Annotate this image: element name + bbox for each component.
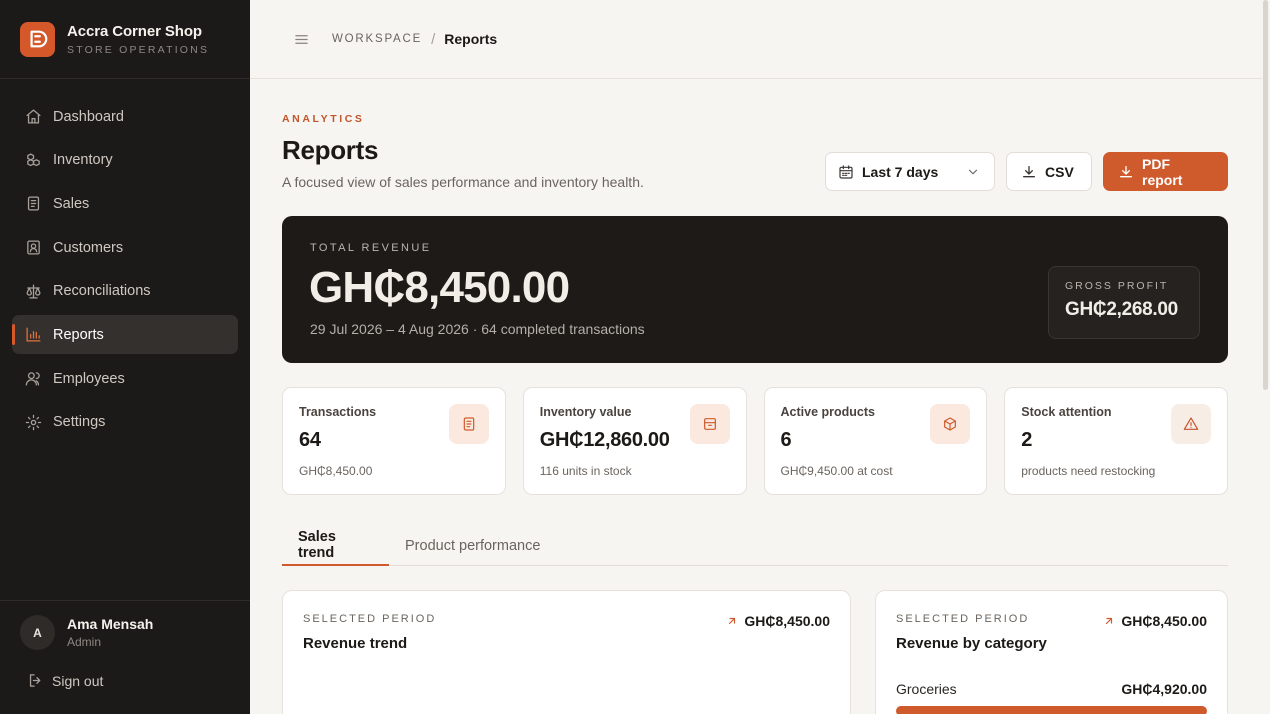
sidebar-item-sales[interactable]: Sales <box>12 184 238 223</box>
warning-icon <box>1171 404 1211 444</box>
package-icon <box>930 404 971 444</box>
sidebar-item-label: Inventory <box>53 152 113 169</box>
sidebar-item-inventory[interactable]: Inventory <box>12 141 238 180</box>
contact-icon <box>24 239 42 257</box>
gross-profit-value: GH₵2,268.00 <box>1065 299 1178 320</box>
sidebar-item-label: Settings <box>53 414 106 431</box>
sidebar-item-label: Sales <box>53 195 90 212</box>
category-value: GH₵4,920.00 <box>1121 681 1207 697</box>
sidebar-footer: A Ama Mensah Admin Sign out <box>0 600 250 714</box>
sidebar-item-settings[interactable]: Settings <box>12 403 238 442</box>
stat-foot: 116 units in stock <box>539 464 632 478</box>
sidebar-item-dashboard[interactable]: Dashboard <box>12 97 238 136</box>
stat-card-transactions: Transactions 64 GH₵8,450.00 <box>282 387 506 495</box>
category-name: Groceries <box>896 681 957 697</box>
user-role: Admin <box>67 635 102 649</box>
export-csv-button[interactable]: CSV <box>1006 152 1092 191</box>
home-icon <box>24 108 42 126</box>
panel-total: GH₵8,450.00 <box>726 613 830 629</box>
stat-foot: products need restocking <box>1021 464 1156 478</box>
chevron-down-icon <box>966 165 980 179</box>
report-tabs: Sales trend Product performance <box>282 525 1228 566</box>
page-title: Reports <box>282 135 379 165</box>
date-range-label: Last 7 days <box>862 163 939 180</box>
brand[interactable]: Accra Corner Shop STORE OPERATIONS <box>0 0 250 79</box>
gear-icon <box>24 413 42 431</box>
sidebar-item-employees[interactable]: Employees <box>12 359 238 398</box>
boxes-icon <box>24 151 42 169</box>
download-icon <box>1118 164 1134 180</box>
topbar: WORKSPACE / Reports <box>250 0 1262 79</box>
sidebar-item-label: Dashboard <box>53 108 124 125</box>
bar-chart-icon <box>24 326 42 344</box>
total-revenue-value: GH₵8,450.00 <box>309 263 570 312</box>
breadcrumb-separator: / <box>431 30 436 48</box>
sidebar: Accra Corner Shop STORE OPERATIONS Dashb… <box>0 0 250 714</box>
sidebar-item-customers[interactable]: Customers <box>12 228 238 267</box>
pdf-report-button[interactable]: PDF report <box>1103 152 1228 191</box>
panel-title: Revenue by category <box>896 635 1047 652</box>
sidebar-item-reports[interactable]: Reports <box>12 315 238 355</box>
store-logo-icon <box>20 21 55 57</box>
store-subtitle: STORE OPERATIONS <box>67 43 210 56</box>
revenue-by-category-panel: SELECTED PERIOD Revenue by category GH₵8… <box>875 590 1228 714</box>
sidebar-item-label: Customers <box>53 239 124 256</box>
store-name: Accra Corner Shop <box>67 22 202 40</box>
trend-up-icon <box>726 615 738 627</box>
menu-icon[interactable] <box>294 32 309 47</box>
scrollbar-thumb[interactable] <box>1263 0 1268 390</box>
sidebar-nav: Dashboard Inventory Sales Customers Reco… <box>0 79 250 442</box>
stat-cards: Transactions 64 GH₵8,450.00 Inventory va… <box>282 387 1228 495</box>
download-icon <box>1021 164 1037 180</box>
stat-card-inventory-value: Inventory value GH₵12,860.00 116 units i… <box>522 387 747 495</box>
panel-total: GH₵8,450.00 <box>1103 613 1207 629</box>
revenue-period-meta: 29 Jul 2026 – 4 Aug 2026 · 64 completed … <box>310 321 645 337</box>
category-bar <box>896 706 1207 714</box>
receipt-icon <box>448 404 489 444</box>
sidebar-item-label: Employees <box>53 370 125 387</box>
category-row: Groceries GH₵4,920.00 <box>896 681 1207 697</box>
breadcrumb: WORKSPACE / Reports <box>332 31 497 48</box>
stat-foot: GH₵8,450.00 <box>299 464 373 478</box>
panel-total-value: GH₵8,450.00 <box>1121 613 1207 629</box>
panel-label: SELECTED PERIOD <box>896 613 1030 625</box>
tab-product-performance[interactable]: Product performance <box>389 525 556 566</box>
user-profile[interactable]: A Ama Mensah Admin <box>0 601 250 650</box>
avatar: A <box>20 615 55 650</box>
panel-label: SELECTED PERIOD <box>303 613 437 625</box>
panel-total-value: GH₵8,450.00 <box>744 613 830 629</box>
total-revenue-label: TOTAL REVENUE <box>310 242 432 254</box>
csv-label: CSV <box>1045 163 1074 180</box>
trend-up-icon <box>1103 615 1115 627</box>
stat-card-active-products: Active products 6 GH₵9,450.00 at cost <box>763 387 988 495</box>
user-name: Ama Mensah <box>67 616 154 632</box>
users-icon <box>24 370 42 388</box>
sidebar-item-label: Reports <box>53 326 104 343</box>
sidebar-item-label: Reconciliations <box>53 283 151 300</box>
panel-title: Revenue trend <box>303 635 408 652</box>
calendar-icon <box>838 164 854 180</box>
page-eyebrow: ANALYTICS <box>282 113 365 125</box>
sign-out-button[interactable]: Sign out <box>0 650 250 689</box>
total-revenue-card: TOTAL REVENUE GH₵8,450.00 29 Jul 2026 – … <box>282 216 1228 363</box>
gross-profit-label: GROSS PROFIT <box>1065 280 1169 292</box>
receipt-icon <box>24 195 42 213</box>
scale-icon <box>24 282 42 300</box>
breadcrumb-current: Reports <box>444 31 498 47</box>
revenue-trend-panel: SELECTED PERIOD Revenue trend GH₵8,450.0… <box>282 590 851 714</box>
stat-card-stock-attention: Stock attention 2 products need restocki… <box>1004 387 1228 495</box>
sign-out-label: Sign out <box>52 672 104 689</box>
report-actions: Last 7 days CSV PDF report <box>825 152 1228 191</box>
stat-foot: GH₵9,450.00 at cost <box>780 464 893 478</box>
sidebar-item-reconciliations[interactable]: Reconciliations <box>12 272 238 311</box>
breadcrumb-workspace[interactable]: WORKSPACE <box>332 33 422 45</box>
tab-sales-trend[interactable]: Sales trend <box>282 525 389 566</box>
pdf-label: PDF report <box>1142 155 1183 188</box>
gross-profit-box: GROSS PROFIT GH₵2,268.00 <box>1048 266 1200 339</box>
page-subtitle: A focused view of sales performance and … <box>282 174 644 190</box>
date-range-select[interactable]: Last 7 days <box>825 152 995 191</box>
archive-icon <box>689 404 730 444</box>
log-out-icon <box>27 672 44 689</box>
